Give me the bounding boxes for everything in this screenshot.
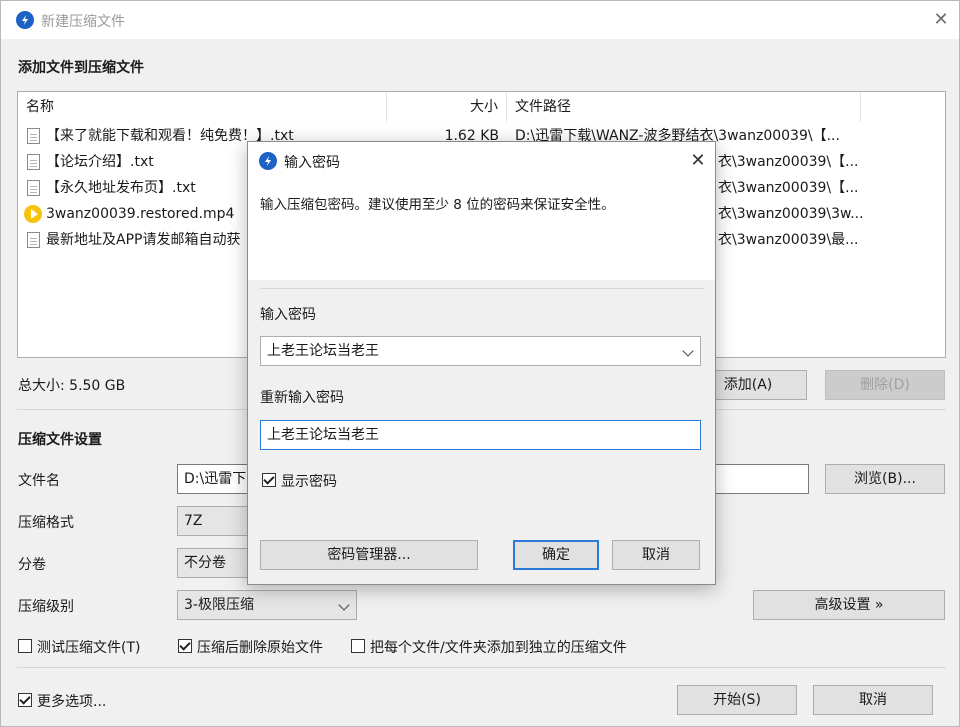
video-file-icon [24, 205, 42, 223]
format-label: 压缩格式 [18, 515, 74, 531]
archive-settings-title: 压缩文件设置 [18, 432, 102, 448]
start-button[interactable]: 开始(S) [677, 685, 797, 715]
password-label: 输入密码 [260, 307, 316, 323]
chevron-down-icon [338, 599, 350, 611]
test-archive-checkbox[interactable] [18, 639, 32, 653]
separate-archives-checkbox[interactable] [351, 639, 365, 653]
column-header-name[interactable]: 名称 [18, 92, 387, 122]
separate-archives-label[interactable]: 把每个文件/文件夹添加到独立的压缩文件 [370, 637, 627, 657]
level-label: 压缩级别 [18, 599, 74, 615]
close-icon[interactable]: ✕ [686, 149, 710, 173]
cancel-button[interactable]: 取消 [813, 685, 933, 715]
password-dialog: 输入密码 ✕ 输入压缩包密码。建议使用至少 8 位的密码来保证安全性。 输入密码… [247, 141, 716, 585]
total-size-text: 总大小: 5.50 GB [18, 378, 126, 394]
title-bar[interactable]: 新建压缩文件 ✕ [1, 1, 959, 39]
close-icon[interactable]: ✕ [929, 8, 953, 32]
add-files-section-title: 添加文件到压缩文件 [18, 60, 144, 76]
chevron-down-icon[interactable] [682, 345, 694, 357]
show-password-label[interactable]: 显示密码 [281, 471, 337, 491]
test-archive-label[interactable]: 测试压缩文件(T) [37, 637, 140, 657]
app-logo-icon [16, 11, 34, 29]
dialog-description: 输入压缩包密码。建议使用至少 8 位的密码来保证安全性。 [260, 197, 615, 213]
column-header-path[interactable]: 文件路径 [507, 92, 861, 122]
text-file-icon [27, 180, 40, 196]
advanced-settings-button[interactable]: 高级设置 » [753, 590, 945, 620]
text-file-icon [27, 128, 40, 144]
delete-after-checkbox[interactable] [178, 639, 192, 653]
window-title: 新建压缩文件 [41, 14, 125, 30]
text-file-icon [27, 232, 40, 248]
level-select[interactable]: 3-极限压缩 [177, 590, 357, 620]
show-password-checkbox[interactable] [262, 473, 276, 487]
app-logo-icon [259, 152, 277, 170]
divider [17, 667, 946, 668]
delete-after-label[interactable]: 压缩后删除原始文件 [197, 637, 323, 657]
dialog-description-panel: 输入压缩包密码。建议使用至少 8 位的密码来保证安全性。 [248, 180, 715, 280]
password-input[interactable]: 上老王论坛当老王 [260, 336, 701, 366]
ok-button[interactable]: 确定 [513, 540, 599, 570]
confirm-password-label: 重新输入密码 [260, 390, 344, 406]
browse-button[interactable]: 浏览(B)... [825, 464, 945, 494]
text-file-icon [27, 154, 40, 170]
more-options-checkbox[interactable] [18, 693, 32, 707]
volume-label: 分卷 [18, 557, 46, 573]
confirm-password-input[interactable]: 上老王论坛当老王 [260, 420, 701, 450]
column-header-size[interactable]: 大小 [387, 92, 507, 122]
password-manager-button[interactable]: 密码管理器... [260, 540, 478, 570]
delete-button[interactable]: 删除(D) [825, 370, 945, 400]
dialog-cancel-button[interactable]: 取消 [612, 540, 700, 570]
divider [260, 288, 704, 289]
more-options-label[interactable]: 更多选项... [37, 691, 106, 711]
dialog-title: 输入密码 [284, 155, 340, 171]
dialog-title-bar[interactable]: 输入密码 ✕ [248, 142, 715, 180]
filename-label: 文件名 [18, 473, 60, 489]
